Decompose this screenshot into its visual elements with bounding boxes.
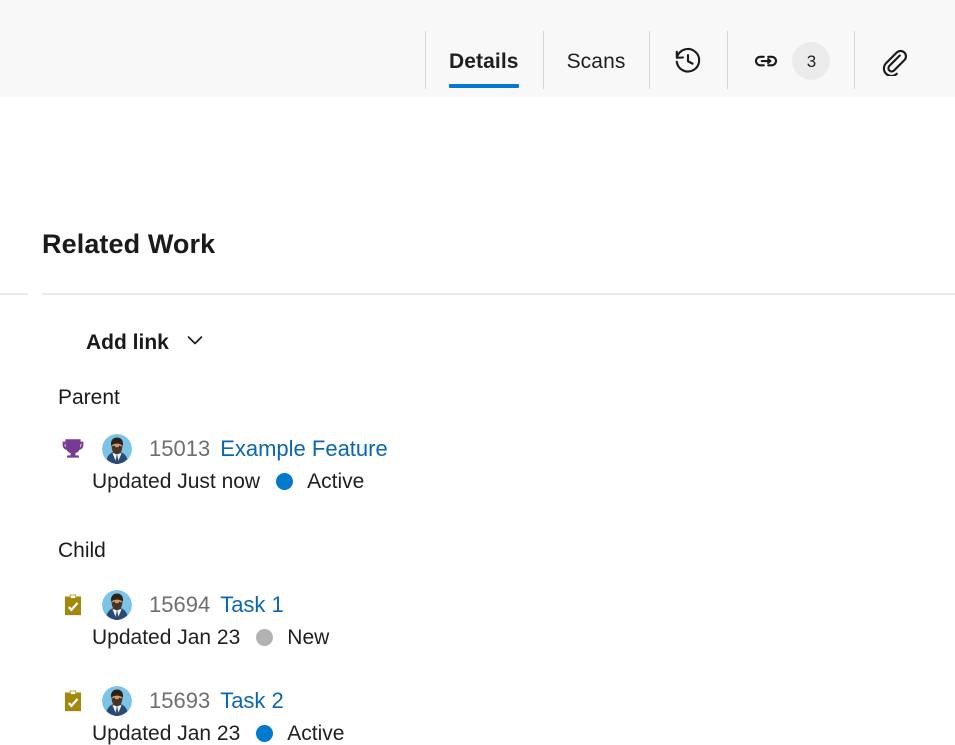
work-item-primary-line: 15013 Example Feature bbox=[58, 432, 945, 466]
tab-details[interactable]: Details bbox=[425, 25, 543, 97]
work-item-secondary-line: Updated Jan 23 New bbox=[92, 627, 945, 648]
work-item-primary-line: 15694 Task 1 bbox=[58, 588, 945, 622]
avatar bbox=[102, 686, 132, 716]
work-item-secondary-line: Updated Just now Active bbox=[92, 471, 945, 492]
link-icon bbox=[751, 46, 781, 76]
feature-trophy-icon bbox=[58, 434, 88, 464]
attachment-icon bbox=[878, 46, 908, 76]
work-item-title-link[interactable]: Example Feature bbox=[220, 438, 388, 460]
chevron-down-icon bbox=[183, 328, 207, 357]
related-work-item-child-0[interactable]: 15694 Task 1 Updated Jan 23 New bbox=[58, 588, 945, 648]
avatar bbox=[102, 434, 132, 464]
tab-inactive-underline bbox=[567, 84, 626, 88]
avatar bbox=[102, 590, 132, 620]
status-dot bbox=[256, 629, 274, 646]
status-dot bbox=[276, 473, 294, 490]
group-label-child: Child bbox=[58, 539, 106, 562]
add-link-button[interactable]: Add link bbox=[72, 324, 221, 361]
tab-links[interactable]: 3 bbox=[727, 25, 854, 97]
tab-details-label: Details bbox=[449, 49, 519, 73]
tab-history[interactable] bbox=[649, 25, 727, 97]
status-label: Active bbox=[307, 470, 365, 493]
links-count-badge: 3 bbox=[792, 42, 831, 80]
work-item-title-link[interactable]: Task 2 bbox=[220, 690, 284, 712]
task-clipboard-icon bbox=[58, 590, 88, 620]
tab-active-underline bbox=[449, 84, 519, 88]
status-dot bbox=[256, 725, 274, 742]
work-item-secondary-line: Updated Jan 23 Active bbox=[92, 723, 945, 744]
work-item-id: 15693 bbox=[149, 688, 211, 713]
group-label-parent: Parent bbox=[58, 386, 120, 409]
history-icon bbox=[673, 46, 703, 76]
status-label: New bbox=[287, 626, 330, 649]
tab-attachments[interactable] bbox=[854, 25, 932, 97]
tab-scans-label: Scans bbox=[566, 49, 626, 73]
work-item-updated: Updated Jan 23 bbox=[92, 722, 241, 745]
work-item-id: 15013 bbox=[149, 436, 211, 461]
work-item-title-link[interactable]: Task 1 bbox=[220, 594, 284, 616]
work-item-header: Details Scans 3 bbox=[0, 0, 955, 97]
related-work-item-parent-0[interactable]: 15013 Example Feature Updated Just now A… bbox=[58, 432, 945, 492]
page-title: Related Work bbox=[42, 229, 216, 259]
divider-stub bbox=[0, 293, 28, 295]
work-item-updated: Updated Just now bbox=[92, 470, 261, 493]
add-link-label: Add link bbox=[86, 331, 169, 354]
status-label: Active bbox=[287, 722, 345, 745]
work-item-primary-line: 15693 Task 2 bbox=[58, 684, 945, 718]
work-item-id: 15694 bbox=[149, 592, 211, 617]
tab-strip: Details Scans 3 bbox=[425, 25, 932, 97]
section-divider bbox=[42, 293, 955, 295]
work-item-updated: Updated Jan 23 bbox=[92, 626, 241, 649]
task-clipboard-icon bbox=[58, 686, 88, 716]
tab-scans[interactable]: Scans bbox=[542, 25, 650, 97]
related-work-item-child-1[interactable]: 15693 Task 2 Updated Jan 23 Active bbox=[58, 684, 945, 744]
